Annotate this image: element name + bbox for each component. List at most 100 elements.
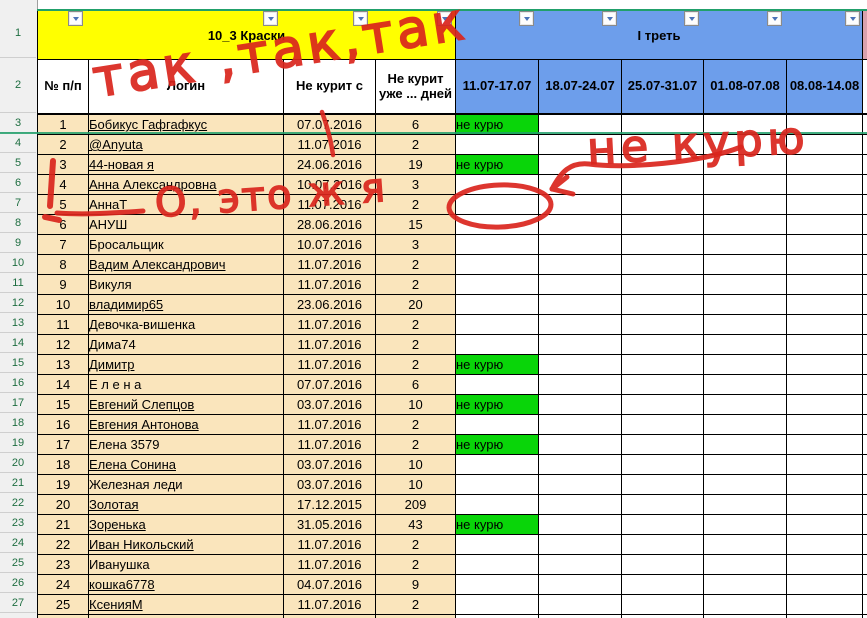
cell-week4-status[interactable] xyxy=(703,514,787,535)
cell-week2-status[interactable] xyxy=(538,274,622,295)
cell-week1-status[interactable] xyxy=(455,554,539,575)
cell-num[interactable]: 5 xyxy=(37,194,89,215)
cell-quit-date[interactable]: 10.07.2016 xyxy=(283,234,376,255)
cell-quit-date[interactable]: 11.07.2016 xyxy=(283,414,376,435)
cell-overflow-column[interactable] xyxy=(862,594,867,615)
cell-week3-status[interactable] xyxy=(621,494,704,515)
cell-week4-status[interactable] xyxy=(703,474,787,495)
cell-week2-status[interactable] xyxy=(538,154,622,175)
cell-week1-status[interactable] xyxy=(455,494,539,515)
cell-week1-status[interactable] xyxy=(455,294,539,315)
cell-week2-status[interactable] xyxy=(538,574,622,595)
cell-overflow-column[interactable] xyxy=(862,354,867,375)
cell-week5-status[interactable] xyxy=(785,234,864,255)
cell-days-count[interactable]: 19 xyxy=(375,154,456,175)
cell-week3-status[interactable] xyxy=(621,194,704,215)
row-number[interactable]: 13 xyxy=(0,313,36,333)
cell-login[interactable]: АннаТ xyxy=(88,194,284,215)
cell-num[interactable]: 20 xyxy=(37,494,89,515)
cell-week2-status[interactable] xyxy=(538,514,622,535)
cell-week5-status[interactable] xyxy=(785,474,864,495)
cell-week1-status[interactable]: не курю xyxy=(455,154,539,175)
cell-week2-status[interactable] xyxy=(538,594,622,615)
cell-login[interactable]: кошка6778 xyxy=(88,574,284,595)
cell-week5-status[interactable] xyxy=(785,494,864,515)
cell-week4-status[interactable] xyxy=(703,494,787,515)
cell-login[interactable]: Золотая xyxy=(88,494,284,515)
cell-num[interactable]: 8 xyxy=(37,254,89,275)
cell-week1-status[interactable] xyxy=(455,574,539,595)
cell-days-count[interactable]: 3 xyxy=(375,234,456,255)
cell-days-count[interactable]: 20 xyxy=(375,294,456,315)
cell-login[interactable]: Елена Сонина xyxy=(88,454,284,475)
sheet-title-cell[interactable]: 10_3 Краски xyxy=(37,9,456,60)
cell-days-count[interactable]: 6 xyxy=(375,374,456,395)
cell-login[interactable]: Евгения Антонова xyxy=(88,414,284,435)
cell-days-count[interactable]: 43 xyxy=(375,514,456,535)
cell-num[interactable]: 21 xyxy=(37,514,89,535)
cell-quit-date[interactable]: 03.07.2016 xyxy=(283,454,376,475)
header-login[interactable]: Логин xyxy=(88,59,284,115)
cell-week3-status[interactable] xyxy=(621,374,704,395)
cell-days-count[interactable]: 9 xyxy=(375,574,456,595)
cell-quit-date[interactable]: 11.07.2016 xyxy=(283,534,376,555)
cell-week4-status[interactable] xyxy=(703,554,787,575)
header-week-1[interactable]: 11.07-17.07 xyxy=(455,59,539,115)
cell-week2-status[interactable] xyxy=(538,294,622,315)
cell-overflow-column[interactable] xyxy=(862,294,867,315)
cell-login[interactable]: Анна Александровна xyxy=(88,174,284,195)
cell-overflow-column[interactable] xyxy=(862,534,867,555)
cell-num[interactable]: 9 xyxy=(37,274,89,295)
cell-week4-status[interactable] xyxy=(703,334,787,355)
cell-days-count[interactable]: 2 xyxy=(375,354,456,375)
cell-num[interactable]: 11 xyxy=(37,314,89,335)
cell-login[interactable]: Е л е н а xyxy=(88,374,284,395)
cell-week5-status[interactable] xyxy=(785,594,864,615)
cell-week4-status[interactable] xyxy=(703,294,787,315)
cell-login[interactable]: Елена 3579 xyxy=(88,434,284,455)
cell-week3-status[interactable] xyxy=(621,454,704,475)
cell-overflow-column[interactable] xyxy=(862,574,867,595)
row-number[interactable]: 20 xyxy=(0,453,36,473)
filter-dropdown-button[interactable] xyxy=(437,11,452,26)
cell-week4-status[interactable] xyxy=(703,614,787,618)
cell-login[interactable]: @Anyuta xyxy=(88,134,284,155)
cell-overflow-column[interactable] xyxy=(862,614,867,618)
cell-week4-status[interactable] xyxy=(703,314,787,335)
pink-column-header[interactable] xyxy=(862,9,867,60)
filter-dropdown-button[interactable] xyxy=(767,11,782,26)
cell-overflow-column[interactable] xyxy=(862,414,867,435)
cell-week2-status[interactable] xyxy=(538,434,622,455)
row-number[interactable]: 21 xyxy=(0,473,36,493)
cell-login[interactable]: Иван Никольский xyxy=(88,534,284,555)
cell-week2-status[interactable] xyxy=(538,134,622,155)
cell-login[interactable]: КсенияМ xyxy=(88,594,284,615)
cell-week5-status[interactable] xyxy=(785,394,864,415)
cell-days-count[interactable]: 2 xyxy=(375,594,456,615)
cell-week3-status[interactable] xyxy=(621,434,704,455)
cell-week4-status[interactable] xyxy=(703,194,787,215)
cell-week5-status[interactable] xyxy=(785,414,864,435)
cell-login[interactable]: Девочка-вишенка xyxy=(88,314,284,335)
cell-week1-status[interactable] xyxy=(455,414,539,435)
cell-week5-status[interactable] xyxy=(785,354,864,375)
cell-week3-status[interactable] xyxy=(621,594,704,615)
cell-overflow-column[interactable] xyxy=(862,374,867,395)
cell-week1-status[interactable] xyxy=(455,134,539,155)
row-number[interactable]: 12 xyxy=(0,293,36,313)
cell-week2-status[interactable] xyxy=(538,414,622,435)
cell-num[interactable]: 2 xyxy=(37,134,89,155)
cell-overflow-column[interactable] xyxy=(862,254,867,275)
cell-week3-status[interactable] xyxy=(621,514,704,535)
cell-week5-status[interactable] xyxy=(785,614,864,618)
cell-days-count[interactable]: 2 xyxy=(375,254,456,275)
cell-days-count[interactable]: 2 xyxy=(375,314,456,335)
cell-week1-status[interactable] xyxy=(455,214,539,235)
row-number[interactable]: 11 xyxy=(0,273,36,293)
row-number[interactable]: 19 xyxy=(0,433,36,453)
cell-week1-status[interactable] xyxy=(455,474,539,495)
cell-days-count[interactable]: 10 xyxy=(375,454,456,475)
cell-num[interactable]: 12 xyxy=(37,334,89,355)
cell-quit-date[interactable]: 24.06.2016 xyxy=(283,154,376,175)
cell-week4-status[interactable] xyxy=(703,354,787,375)
